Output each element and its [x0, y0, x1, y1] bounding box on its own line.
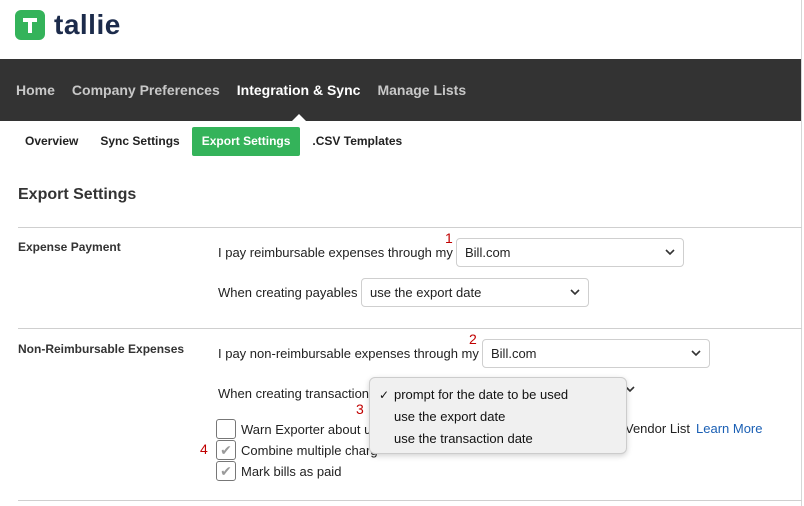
non-reimbursable-pay-label: I pay non-reimbursable expenses through …: [218, 346, 479, 361]
checkmark-icon: ✔: [220, 463, 232, 479]
payables-date-select[interactable]: use the export date: [361, 278, 589, 307]
option-label: use the transaction date: [394, 431, 533, 446]
chevron-down-icon: [665, 249, 675, 256]
annotation-3: 3: [356, 401, 364, 417]
combine-charges-label: Combine multiple charg: [241, 442, 378, 458]
learn-more-link[interactable]: Learn More: [696, 421, 762, 436]
tallie-logo[interactable]: tallie: [15, 10, 121, 40]
dropdown-option-export-date[interactable]: use the export date: [370, 406, 626, 428]
transaction-date-dropdown-menu: ✓ prompt for the date to be used use the…: [369, 377, 627, 454]
annotation-2: 2: [469, 331, 477, 347]
option-label: use the export date: [394, 409, 506, 424]
dropdown-option-transaction-date[interactable]: use the transaction date: [370, 428, 626, 450]
mark-paid-checkbox[interactable]: ✔: [216, 461, 236, 481]
logo-text: tallie: [54, 9, 121, 40]
checkmark-icon: ✔: [220, 442, 232, 458]
payables-date-value: use the export date: [370, 285, 482, 300]
reimbursable-pay-label: I pay reimbursable expenses through my: [218, 245, 453, 260]
section-divider: [18, 227, 802, 228]
mark-paid-row: ✔ Mark bills as paid: [216, 461, 341, 481]
nav-manage-lists[interactable]: Manage Lists: [377, 59, 466, 121]
chevron-down-icon: [570, 289, 580, 296]
nav-integration-sync[interactable]: Integration & Sync: [237, 59, 360, 121]
nav-company-preferences[interactable]: Company Preferences: [72, 59, 220, 121]
warn-exporter-checkbox[interactable]: [216, 419, 236, 439]
nav-home[interactable]: Home: [16, 59, 55, 121]
page-title: Export Settings: [18, 186, 137, 203]
warn-exporter-label: Warn Exporter about u: [241, 421, 372, 437]
tab-overview[interactable]: Overview: [15, 127, 88, 156]
reimbursable-pay-select[interactable]: Bill.com: [456, 238, 684, 267]
sub-nav: Overview Sync Settings Export Settings .…: [15, 126, 414, 156]
main-nav: Home Company Preferences Integration & S…: [0, 59, 802, 121]
annotation-1: 1: [445, 230, 453, 246]
expense-payment-label: Expense Payment: [18, 240, 121, 254]
tab-sync-settings[interactable]: Sync Settings: [90, 127, 189, 156]
combine-charges-row: ✔ Combine multiple charg: [216, 440, 378, 460]
non-reimbursable-pay-select[interactable]: Bill.com: [482, 339, 710, 368]
tab-csv-templates[interactable]: .CSV Templates: [302, 127, 412, 156]
mark-paid-label: Mark bills as paid: [241, 463, 342, 479]
annotation-4: 4: [200, 441, 208, 457]
app-header: tallie: [0, 0, 802, 59]
vendor-list-text: Vendor List: [625, 421, 691, 436]
right-edge-divider: [801, 0, 802, 506]
reimbursable-pay-value: Bill.com: [465, 245, 511, 260]
section-divider: [18, 500, 802, 501]
logo-mark-icon: [15, 10, 45, 40]
combine-charges-checkbox[interactable]: ✔: [216, 440, 236, 460]
non-reimbursable-pay-value: Bill.com: [491, 346, 537, 361]
checkmark-icon: ✓: [379, 388, 390, 402]
transactions-label: When creating transactions: [218, 386, 370, 401]
warn-exporter-row: Warn Exporter about u: [216, 419, 371, 439]
non-reimbursable-label: Non-Reimbursable Expenses: [18, 342, 185, 356]
chevron-down-icon: [691, 350, 701, 357]
section-divider: [18, 328, 802, 329]
dropdown-option-prompt-date[interactable]: ✓ prompt for the date to be used: [370, 384, 626, 406]
payables-label: When creating payables: [218, 285, 358, 300]
tab-export-settings[interactable]: Export Settings: [191, 126, 301, 156]
option-label: prompt for the date to be used: [394, 387, 569, 402]
